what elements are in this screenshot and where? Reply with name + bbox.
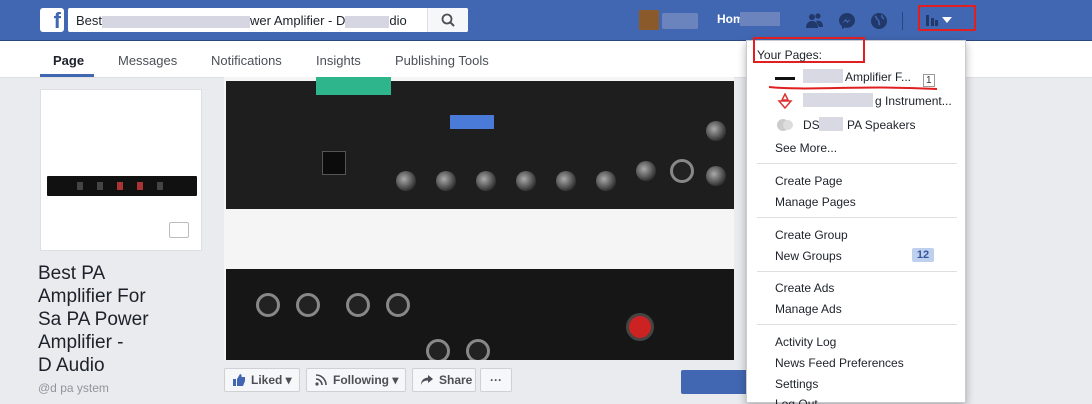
- amplifier-thumbnail: [47, 176, 197, 196]
- create-ads-item[interactable]: Create Ads: [775, 281, 834, 295]
- profile-picture[interactable]: [40, 89, 202, 251]
- page-name-redaction: [819, 117, 843, 131]
- profile-name-redacted[interactable]: [662, 13, 698, 29]
- liked-label: Liked: [251, 373, 283, 387]
- page-item-speakers[interactable]: PA Speakers: [847, 118, 915, 132]
- tab-notifications[interactable]: Notifications: [211, 53, 282, 68]
- page-handle[interactable]: @d pa ystem: [38, 381, 109, 395]
- lcd-display: [450, 115, 494, 129]
- logo-letter: f: [53, 8, 61, 33]
- new-groups-item[interactable]: New Groups: [775, 249, 842, 263]
- rss-icon: [315, 374, 327, 386]
- page-instruments-icon: [777, 93, 793, 109]
- settings-item[interactable]: Settings: [775, 377, 818, 391]
- create-group-item[interactable]: Create Group: [775, 228, 848, 242]
- following-label: Following: [333, 373, 389, 387]
- more-label: ···: [490, 373, 502, 387]
- tab-insights[interactable]: Insights: [316, 53, 361, 68]
- friends-icon[interactable]: [806, 12, 824, 30]
- search-text-mid: wer Amplifier - D: [250, 13, 346, 28]
- manage-ads-item[interactable]: Manage Ads: [775, 302, 842, 316]
- tab-publishing-tools[interactable]: Publishing Tools: [395, 53, 489, 68]
- page-name-redaction: [803, 93, 873, 107]
- thumbs-up-icon: [233, 374, 245, 386]
- create-page-item[interactable]: Create Page: [775, 174, 842, 188]
- page-title-line: Sa PA Power: [38, 309, 149, 330]
- search-box[interactable]: Best wer Amplifier - D dio: [68, 8, 468, 32]
- facebook-logo[interactable]: f: [40, 8, 64, 33]
- cover-photo[interactable]: [224, 77, 734, 360]
- manage-pages-item[interactable]: Manage Pages: [775, 195, 856, 209]
- search-text-end: dio: [389, 13, 407, 28]
- messenger-icon[interactable]: [838, 12, 856, 30]
- tab-page[interactable]: Page: [53, 53, 84, 68]
- news-feed-preferences-item[interactable]: News Feed Preferences: [775, 356, 904, 370]
- your-pages-header: Your Pages:: [757, 48, 822, 62]
- more-options-button[interactable]: ···: [480, 368, 512, 392]
- page-title-line: Best PA: [38, 263, 106, 284]
- page-title-line: Amplifier -: [38, 332, 124, 353]
- page-title: Best PA Amplifier For Sa PA Power Amplif…: [38, 262, 206, 377]
- globe-icon[interactable]: [870, 12, 888, 30]
- page-title-line: D Audio: [38, 355, 105, 376]
- menu-divider: [757, 217, 957, 218]
- mixer-amplifier-image: [226, 77, 734, 209]
- page-item-instruments[interactable]: g Instrument...: [875, 94, 952, 108]
- account-dropdown-menu: Your Pages: Amplifier F... 1 g Instrumen…: [746, 37, 966, 404]
- search-button[interactable]: [427, 8, 468, 32]
- menu-divider: [757, 163, 957, 164]
- top-bar: f Best wer Amplifier - Ddio Hom: [0, 0, 1092, 41]
- home-link-redaction: [740, 12, 780, 26]
- following-button[interactable]: Following ▾: [306, 368, 406, 392]
- active-tab-indicator: [40, 74, 94, 77]
- page-name-redaction: [803, 69, 843, 83]
- page-action-bar: Liked ▾ Following ▾ Share ···: [224, 368, 512, 394]
- profile-avatar[interactable]: [639, 10, 659, 30]
- camera-icon[interactable]: [169, 222, 189, 238]
- search-text-start: Best: [76, 13, 103, 28]
- liked-button[interactable]: Liked ▾: [224, 368, 300, 392]
- top-bar-separator: [902, 12, 903, 30]
- rear-panel-image: [226, 269, 734, 360]
- page-item-amplifier[interactable]: Amplifier F...: [845, 70, 911, 84]
- tab-messages[interactable]: Messages: [118, 53, 177, 68]
- call-to-action-button[interactable]: [681, 370, 751, 394]
- annotation-underline: [769, 86, 938, 90]
- cover-redaction: [316, 77, 391, 95]
- menu-divider: [757, 271, 957, 272]
- page-title-line: Amplifier For: [38, 286, 146, 307]
- page-item-speakers-prefix[interactable]: DS: [803, 118, 820, 132]
- search-redaction: [102, 15, 251, 28]
- see-more-link[interactable]: See More...: [775, 141, 837, 155]
- activity-log-item[interactable]: Activity Log: [775, 335, 836, 349]
- power-switch: [322, 151, 346, 175]
- page-speakers-icon: [777, 119, 793, 131]
- search-input[interactable]: Best wer Amplifier - D dio: [76, 13, 407, 28]
- new-groups-count-badge: 12: [912, 248, 934, 262]
- search-redaction-2: [345, 15, 390, 28]
- account-menu-highlight: [918, 5, 976, 31]
- share-button[interactable]: Share: [412, 368, 476, 392]
- share-label: Share: [439, 373, 473, 387]
- share-icon: [421, 375, 433, 385]
- search-icon: [441, 13, 455, 27]
- menu-divider: [757, 324, 957, 325]
